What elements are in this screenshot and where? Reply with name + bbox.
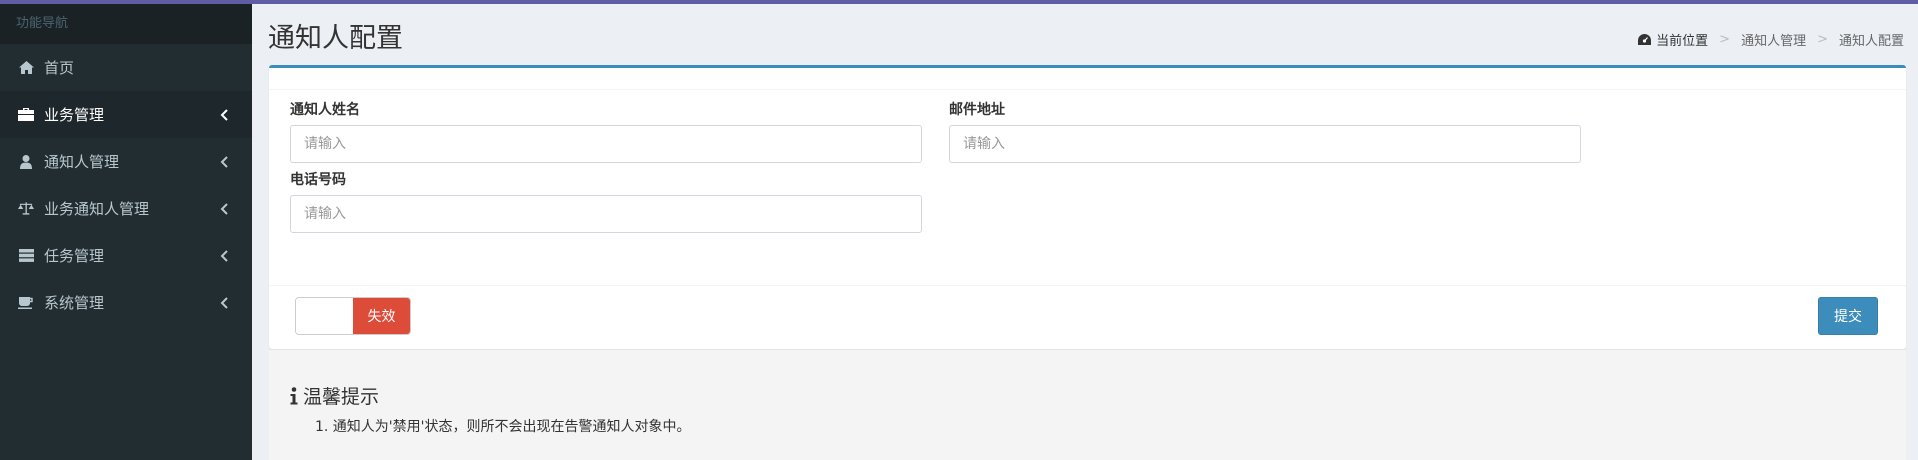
chevron-left-icon (220, 296, 228, 309)
sidebar-item-home[interactable]: 首页 (0, 44, 252, 91)
sidebar: 功能导航 首页 业务管理 通知人管理 业务通知人管理 任务管理 系统管理 (0, 4, 252, 460)
box-footer: 失效 提交 (269, 285, 1906, 349)
sidebar-item-notifier[interactable]: 通知人管理 (0, 138, 252, 185)
breadcrumb: 当前位置 > 通知人管理 > 通知人配置 (1638, 30, 1904, 49)
tips-title: 温馨提示 (289, 382, 379, 409)
phone-label: 电话号码 (290, 172, 346, 188)
main-content: 通知人配置 当前位置 > 通知人管理 > 通知人配置 通知人姓名 邮件地址 电话… (252, 4, 1918, 460)
chevron-left-icon (220, 202, 228, 215)
breadcrumb-separator: > (1817, 32, 1828, 47)
tips-list: 1. 通知人为'禁用'状态，则所不会出现在告警通知人对象中。 (315, 416, 691, 436)
tips-callout: 温馨提示 1. 通知人为'禁用'状态，则所不会出现在告警通知人对象中。 (269, 349, 1906, 460)
submit-button[interactable]: 提交 (1818, 297, 1878, 335)
status-toggle[interactable]: 失效 (295, 297, 411, 335)
home-icon (18, 60, 34, 76)
toggle-off-label: 失效 (353, 298, 410, 334)
sidebar-item-business-notifier[interactable]: 业务通知人管理 (0, 185, 252, 232)
server-icon (18, 248, 34, 264)
chevron-left-icon (220, 155, 228, 168)
coffee-icon (18, 295, 34, 311)
chevron-left-icon (220, 108, 228, 121)
breadcrumb-separator: > (1719, 32, 1731, 47)
briefcase-icon (18, 107, 34, 123)
sidebar-header: 功能导航 (0, 4, 252, 44)
toggle-handle[interactable] (296, 298, 353, 334)
email-label: 邮件地址 (949, 102, 1005, 118)
sidebar-item-label: 首页 (44, 59, 75, 77)
user-icon (18, 154, 34, 170)
sidebar-item-label: 任务管理 (44, 247, 105, 265)
dashboard-icon (1638, 34, 1652, 45)
tips-title-label: 温馨提示 (303, 386, 380, 408)
balance-scale-icon (18, 201, 34, 217)
chevron-left-icon (220, 249, 228, 262)
form-box: 通知人姓名 邮件地址 电话号码 失效 提交 (269, 65, 1906, 349)
breadcrumb-label: 当前位置 (1656, 34, 1709, 49)
sidebar-item-system[interactable]: 系统管理 (0, 279, 252, 326)
breadcrumb-item-current: 通知人配置 (1838, 34, 1904, 49)
phone-input[interactable] (290, 195, 922, 233)
sidebar-item-task[interactable]: 任务管理 (0, 232, 252, 279)
sidebar-item-business[interactable]: 业务管理 (0, 91, 252, 138)
name-input[interactable] (290, 125, 922, 163)
email-input[interactable] (949, 125, 1581, 163)
sidebar-item-label: 通知人管理 (44, 153, 120, 171)
box-header (269, 68, 1906, 90)
breadcrumb-current-location[interactable]: 当前位置 (1638, 30, 1708, 49)
name-label: 通知人姓名 (290, 102, 360, 118)
sidebar-item-label: 业务通知人管理 (44, 200, 150, 218)
page-title: 通知人配置 (268, 23, 403, 54)
sidebar-item-label: 业务管理 (44, 106, 105, 124)
tip-item: 1. 通知人为'禁用'状态，则所不会出现在告警通知人对象中。 (315, 419, 691, 435)
info-icon (290, 386, 298, 404)
form-area: 通知人姓名 邮件地址 电话号码 (269, 90, 1906, 285)
sidebar-item-label: 系统管理 (44, 294, 105, 312)
breadcrumb-item-notifier[interactable]: 通知人管理 (1741, 30, 1806, 49)
